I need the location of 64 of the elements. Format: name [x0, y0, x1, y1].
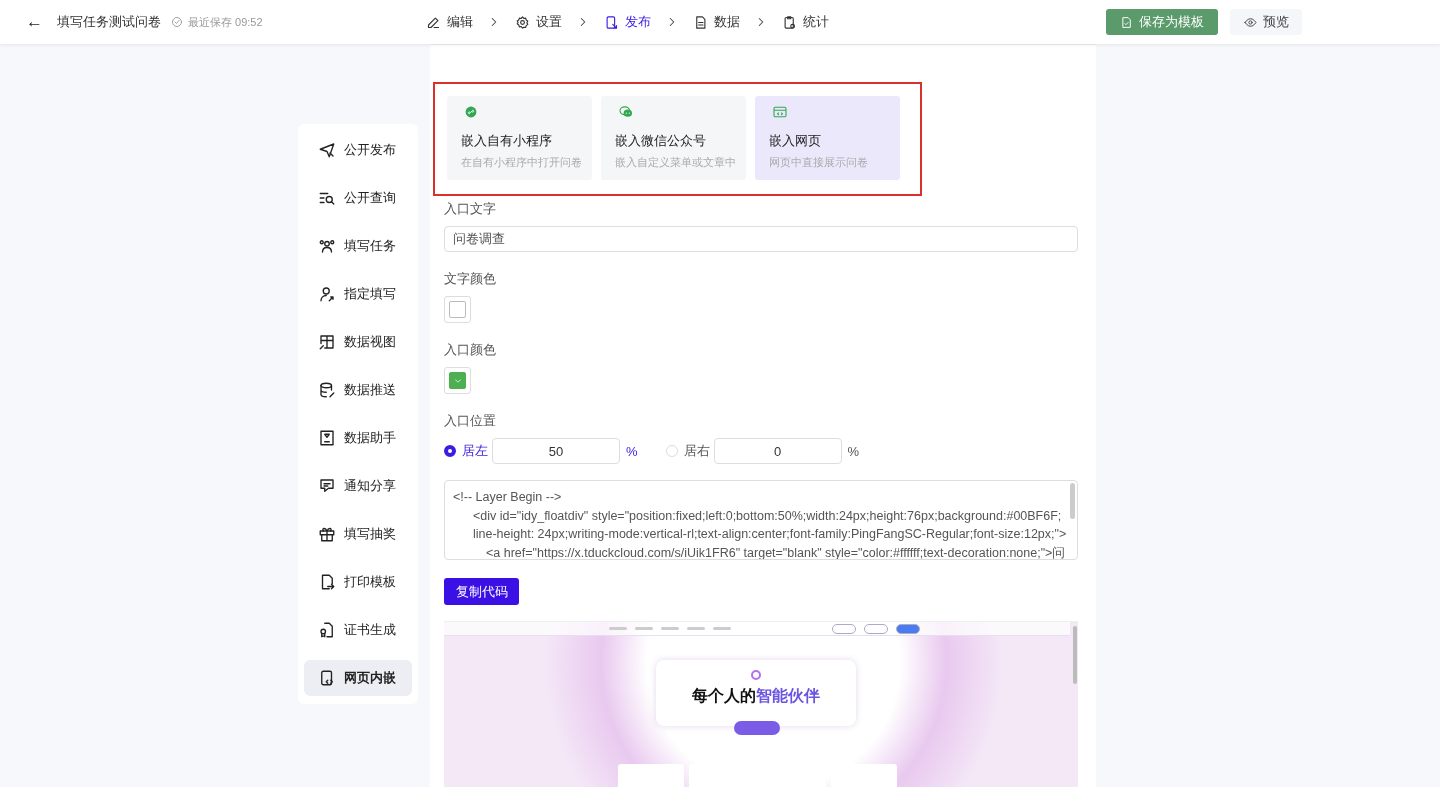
person-arrow-icon — [318, 285, 336, 303]
sidebar-item[interactable]: 打印模板 — [304, 564, 412, 600]
scrollbar-thumb — [1073, 626, 1077, 684]
entry-color-picker[interactable] — [444, 367, 471, 394]
document-icon — [693, 14, 708, 30]
sidebar-item[interactable]: 数据视图 — [304, 324, 412, 360]
sidebar-item[interactable]: 通知分享 — [304, 468, 412, 504]
step-tab[interactable]: 数据 — [693, 13, 740, 31]
entry-text-field[interactable]: 问卷调查 — [444, 226, 1078, 252]
people-icon — [318, 237, 336, 255]
code-line: <!-- Layer Begin --> — [453, 489, 563, 506]
sidebar-item[interactable]: 数据助手 — [304, 420, 412, 456]
radio-option[interactable]: 居右 — [665, 442, 710, 460]
database-icon — [318, 381, 336, 399]
percent-field[interactable]: 50 — [492, 438, 620, 464]
field-label: 入口文字 — [444, 200, 497, 218]
embed-option-card[interactable]: 嵌入网页 网页中直接展示问卷 — [755, 96, 900, 180]
field-label: 文字颜色 — [444, 270, 497, 288]
table-arrow-icon — [318, 333, 336, 351]
code-line: <div id="idy_floatdiv" style="position:fixed;left:0;bottom:50%;width:24px;height:76px;background:#00BF6F; — [472, 507, 1063, 525]
pencil-icon — [426, 14, 441, 30]
sidebar-item[interactable]: 填写任务 — [304, 228, 412, 264]
embed-option-card[interactable]: 嵌入自有小程序 在自有小程序中打开问卷 — [447, 96, 592, 180]
step-tab[interactable]: 发布 — [604, 13, 651, 31]
message-icon — [318, 477, 336, 495]
clipboard-icon — [782, 14, 797, 30]
sidebar-item[interactable]: 公开查询 — [304, 180, 412, 216]
sidebar-item[interactable]: 公开发布 — [304, 132, 412, 168]
certificate-icon — [318, 621, 336, 639]
preview-button[interactable]: 预览 — [1230, 9, 1302, 35]
embed-option-card[interactable]: 嵌入微信公众号 嵌入自定义菜单或文章中 — [601, 96, 746, 180]
radio-option[interactable]: 居左 — [444, 442, 488, 460]
step-tab[interactable]: 编辑 — [426, 13, 473, 31]
sidebar-item[interactable]: 网页内嵌 — [304, 660, 412, 696]
scrollbar-thumb — [1070, 483, 1075, 519]
code-line: line-height: 24px;writing-mode:vertical-rl;text-align:center;font-family:PingFangSC-Regular;font-size:12px;"> — [472, 526, 1068, 543]
save-status: 最近保存 09:52 — [188, 14, 263, 30]
copy-code-button[interactable]: 复制代码 — [444, 578, 519, 605]
survey-title: 填写任务测试问卷 — [57, 13, 161, 31]
eye-icon — [1243, 15, 1257, 29]
unit-label: % — [626, 443, 638, 459]
sidebar-item[interactable]: 证书生成 — [304, 612, 412, 648]
text-color-picker[interactable] — [444, 296, 471, 323]
gift-icon — [318, 525, 336, 543]
hero-headline: 每个人的智能伙伴 — [692, 686, 820, 706]
phone-code-icon — [318, 669, 336, 687]
field-label: 入口位置 — [444, 412, 497, 430]
hourglass-icon — [318, 429, 336, 447]
sidebar-item[interactable]: 指定填写 — [304, 276, 412, 312]
code-textarea[interactable] — [444, 480, 1078, 560]
back-arrow[interactable]: ← — [26, 12, 43, 32]
percent-field[interactable]: 0 — [713, 438, 842, 464]
unit-label: % — [847, 443, 860, 459]
sidebar-item[interactable]: 填写抽奖 — [304, 516, 412, 552]
sidebar-item[interactable]: 数据推送 — [304, 372, 412, 408]
code-line: <a href="https://x.tduckcloud.com/s/iUik1FR6" target="blank" style="color:#ffffff;text-decoration:none;">问 — [485, 544, 1067, 559]
document-check-icon — [1120, 15, 1133, 29]
check-circle-icon — [171, 16, 183, 28]
step-tab[interactable]: 统计 — [782, 13, 829, 31]
loading-ring-icon — [751, 670, 761, 680]
settings-icon — [515, 14, 530, 30]
step-tab[interactable]: 设置 — [515, 13, 562, 31]
paper-plane-icon — [318, 141, 336, 159]
field-label: 入口颜色 — [444, 341, 497, 359]
